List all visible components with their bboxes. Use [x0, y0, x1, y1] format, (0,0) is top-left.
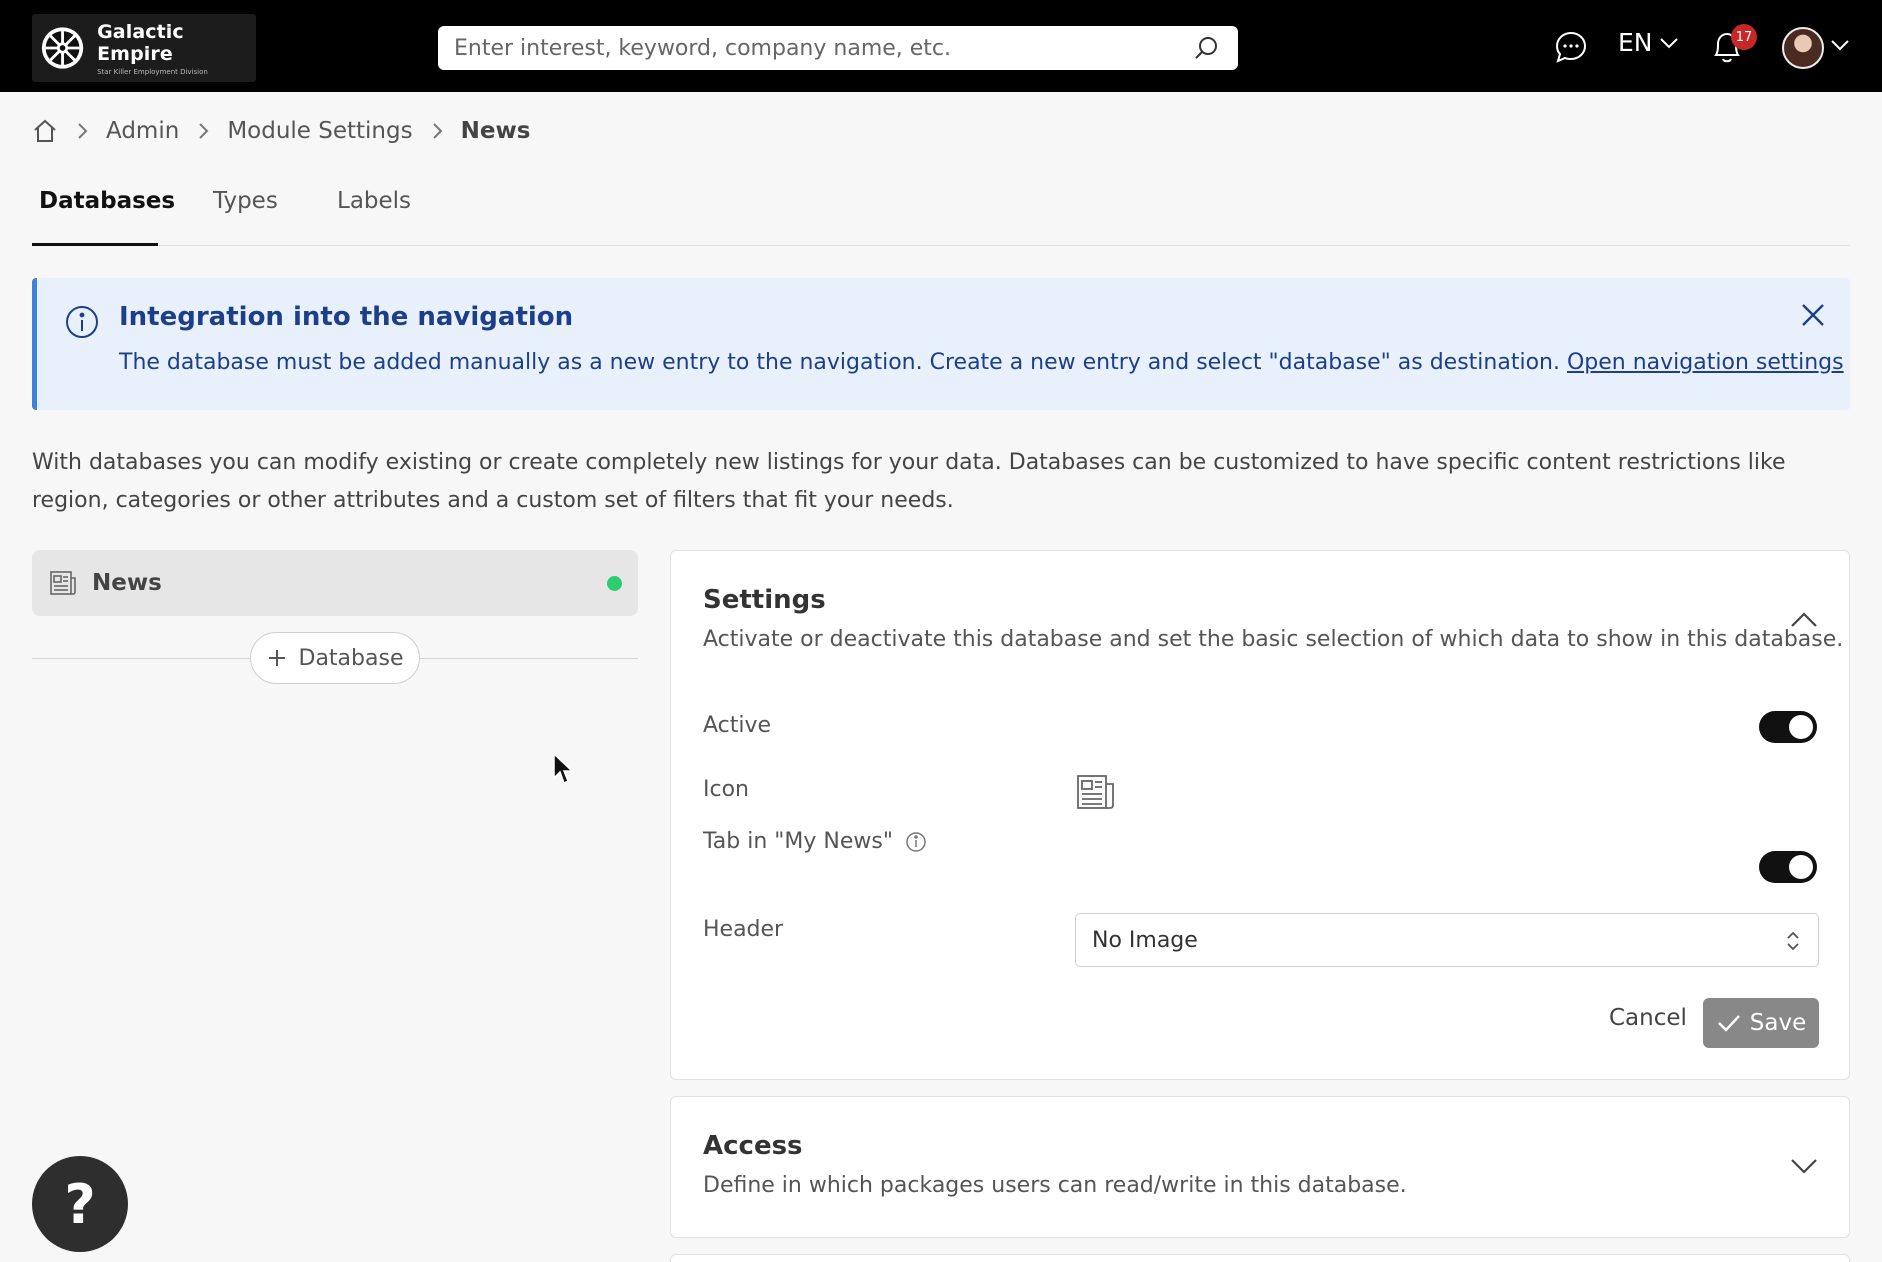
close-icon[interactable]	[1798, 300, 1828, 330]
breadcrumb-admin[interactable]: Admin	[106, 118, 179, 144]
brand-logo[interactable]: Galactic Empire Star Killer Employment D…	[32, 14, 256, 82]
breadcrumb-module-settings[interactable]: Module Settings	[227, 118, 412, 144]
open-navigation-settings-link[interactable]: Open navigation settings	[1567, 350, 1844, 375]
banner-title: Integration into the navigation	[119, 302, 574, 332]
empire-emblem-icon	[41, 27, 84, 69]
language-selector[interactable]: EN	[1618, 28, 1679, 57]
access-panel[interactable]: Access Define in which packages users ca…	[670, 1096, 1850, 1238]
avatar[interactable]	[1782, 27, 1824, 69]
access-subtitle: Define in which packages users can read/…	[703, 1173, 1407, 1198]
save-label: Save	[1749, 1010, 1807, 1036]
next-panel	[670, 1254, 1850, 1262]
tab-types[interactable]: Types	[213, 188, 278, 214]
chevron-down-icon[interactable]	[1830, 38, 1850, 52]
newspaper-icon	[50, 571, 76, 595]
header-select[interactable]: No Image	[1075, 913, 1819, 967]
toggle-knob	[1789, 715, 1813, 739]
access-title: Access	[703, 1131, 803, 1161]
help-button[interactable]: ?	[32, 1156, 128, 1252]
page-description: With databases you can modify existing o…	[32, 450, 1786, 513]
tab-bar: Databases Types Labels	[32, 176, 1850, 246]
header-label: Header	[703, 917, 784, 942]
save-button[interactable]: Save	[1703, 998, 1819, 1048]
info-icon[interactable]	[905, 831, 927, 853]
plus-icon	[268, 650, 285, 666]
active-toggle[interactable]	[1759, 711, 1817, 743]
chevron-down-icon[interactable]	[1789, 1151, 1819, 1181]
chevron-right-icon	[432, 123, 443, 139]
active-tab-indicator	[32, 243, 158, 246]
notification-badge: 17	[1731, 24, 1757, 50]
status-indicator	[607, 576, 622, 591]
info-banner: Integration into the navigation The data…	[32, 278, 1850, 410]
database-item-label: News	[92, 570, 162, 596]
search-icon[interactable]	[1192, 34, 1220, 62]
brand-text: Galactic Empire Star Killer Employment D…	[97, 21, 256, 76]
tab-databases[interactable]: Databases	[39, 188, 175, 214]
banner-text: The database must be added manually as a…	[119, 350, 1560, 375]
brand-subtitle: Star Killer Employment Division	[97, 67, 208, 76]
chat-icon[interactable]	[1554, 30, 1588, 64]
tab-labels[interactable]: Labels	[337, 188, 411, 214]
breadcrumb-current: News	[460, 118, 531, 144]
breadcrumb-separator	[431, 122, 443, 140]
tab-in-my-news-toggle[interactable]	[1759, 851, 1817, 883]
settings-subtitle: Activate or deactivate this database and…	[703, 627, 1844, 652]
updown-arrows-icon	[1787, 931, 1799, 951]
chevron-up-icon[interactable]	[1789, 605, 1819, 635]
home-icon[interactable]	[32, 118, 58, 144]
top-bar: Galactic Empire Star Killer Employment D…	[0, 0, 1882, 92]
chevron-right-icon	[78, 123, 88, 139]
toggle-knob	[1789, 855, 1813, 879]
help-label: ?	[64, 1172, 96, 1236]
add-database-label: Database	[298, 645, 404, 671]
breadcrumb-separator	[76, 122, 88, 140]
breadcrumb: Admin Module Settings News	[32, 118, 530, 144]
icon-label: Icon	[703, 777, 749, 802]
newspaper-icon[interactable]	[1075, 771, 1117, 813]
settings-title: Settings	[703, 585, 826, 615]
tab-in-my-news-label: Tab in "My News"	[703, 829, 893, 854]
cancel-button[interactable]: Cancel	[1609, 999, 1687, 1037]
settings-panel: Settings Activate or deactivate this dat…	[670, 550, 1850, 1080]
search-input[interactable]	[438, 26, 1192, 70]
language-label: EN	[1618, 28, 1653, 57]
check-icon	[1717, 1015, 1740, 1032]
search-bar	[438, 26, 1238, 70]
banner-body: The database must be added manually as a…	[119, 350, 1844, 375]
chevron-down-icon	[1659, 37, 1678, 48]
breadcrumb-separator	[197, 122, 209, 140]
add-database-button[interactable]: Database	[250, 632, 420, 684]
database-list-item-news[interactable]: News	[32, 550, 638, 616]
chevron-right-icon	[199, 123, 209, 139]
brand-title: Galactic Empire	[97, 20, 184, 65]
tab-in-my-news-row: Tab in "My News"	[703, 829, 927, 854]
header-select-value: No Image	[1092, 927, 1198, 953]
info-icon	[66, 306, 98, 338]
active-label: Active	[703, 713, 772, 738]
mouse-cursor-icon	[553, 752, 574, 785]
